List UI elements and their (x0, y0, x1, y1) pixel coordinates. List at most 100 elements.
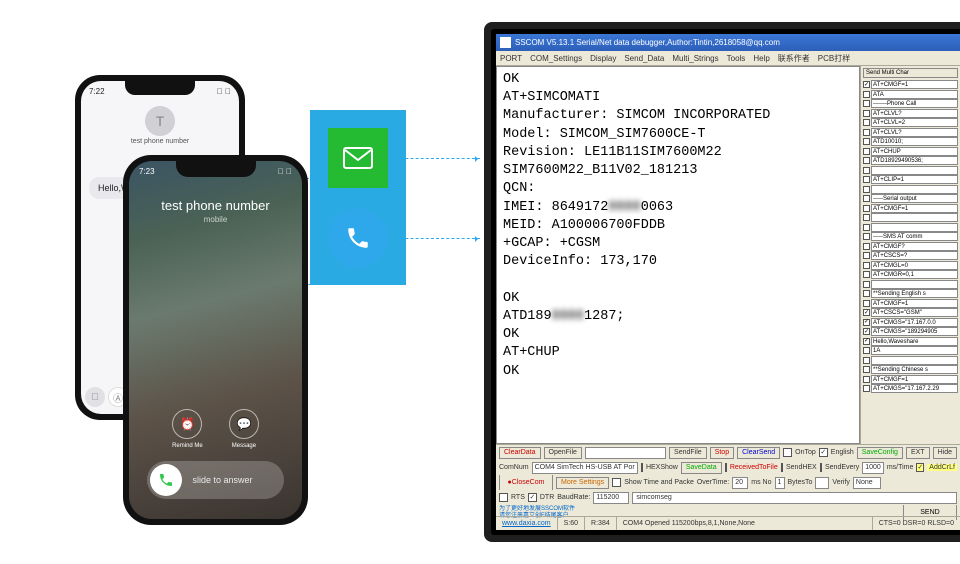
side-row[interactable] (863, 223, 958, 232)
slide-to-answer[interactable]: slide to answer (147, 461, 284, 499)
side-row[interactable]: AT+CMGF=1 (863, 299, 958, 308)
side-row[interactable]: ATA (863, 90, 958, 99)
phone-icon (328, 208, 388, 268)
side-row[interactable] (863, 213, 958, 222)
menu-item[interactable]: Display (590, 54, 616, 63)
side-row[interactable]: -------Phone Call (863, 99, 958, 108)
side-row[interactable]: ✓AT+CSCS="GSM" (863, 308, 958, 317)
arrow (390, 238, 480, 239)
sscom-window: SSCOM V5.13.1 Serial/Net data debugger,A… (496, 34, 960, 530)
side-row[interactable]: ✓Hello,Waveshare (863, 337, 958, 346)
file-path-field[interactable] (585, 447, 666, 459)
titlebar: SSCOM V5.13.1 Serial/Net data debugger,A… (496, 34, 960, 51)
side-row[interactable]: ✓AT+CMGS="17.167.0.0 (863, 318, 958, 327)
notch (125, 81, 195, 95)
com-port-select[interactable]: COM4 SimTech HS-USB AT Por (532, 462, 638, 474)
side-row[interactable]: AT+CMGL=0 (863, 261, 958, 270)
side-row[interactable]: ATD10010; (863, 137, 958, 146)
close-com-button[interactable]: ● CloseCom (499, 475, 553, 490)
save-data-button[interactable]: SaveData (681, 462, 722, 474)
side-row[interactable]: AT+CMGF=1 (863, 375, 958, 384)
call-actions: ⏰ Remind Me 💬 Message (129, 409, 302, 449)
ext-button[interactable]: EXT (906, 447, 930, 459)
menu-item[interactable]: Multi_Strings (672, 54, 718, 63)
bottom-panel: ClearData OpenFile SendFile Stop ClearSe… (496, 444, 960, 530)
message-icon: 💬 (229, 409, 259, 439)
baud-select[interactable]: 115200 (593, 492, 629, 504)
slide-text: slide to answer (182, 475, 281, 485)
site-link[interactable]: www.daxia.com (496, 517, 558, 530)
message-button[interactable]: 💬 Message (229, 409, 259, 449)
ontop-check[interactable] (783, 448, 792, 457)
side-row[interactable]: AT+CMGS="17.167.2.29 (863, 384, 958, 393)
menu-item[interactable]: Send_Data (624, 54, 664, 63)
menu-item[interactable]: Tools (727, 54, 746, 63)
hide-button[interactable]: Hide (933, 447, 957, 459)
message-header: T test phone number (81, 106, 239, 145)
contact-name: test phone number (81, 138, 239, 145)
laptop: SSCOM V5.13.1 Serial/Net data debugger,A… (484, 22, 960, 542)
statusbar: www.daxia.com S:60 R:384 COM4 Opened 115… (496, 516, 960, 530)
side-row[interactable]: AT+CLVL=2 (863, 118, 958, 127)
menu-item[interactable]: 联系作者 (778, 53, 810, 64)
menu-item[interactable]: COM_Settings (530, 54, 582, 63)
phone-call: 7:23 􀙇 􀛨 test phone number mobile ⏰ Remi… (123, 155, 308, 525)
side-row[interactable]: ✓AT+CMGS="189294905 (863, 327, 958, 336)
menubar[interactable]: PORT COM_Settings Display Send_Data Multi_St… (496, 51, 960, 66)
sendhex-check[interactable] (781, 463, 783, 472)
side-row[interactable]: -----SMS AT comm (863, 232, 958, 241)
english-check[interactable]: ✓ (819, 448, 828, 457)
camera-icon[interactable]: 􀌞 (85, 387, 105, 407)
caller-name: test phone number (129, 198, 302, 213)
alarm-icon: ⏰ (172, 409, 202, 439)
side-row[interactable]: -----Serial output (863, 194, 958, 203)
side-row[interactable] (863, 356, 958, 365)
hexshow-check[interactable] (641, 463, 643, 472)
signal-icon: 􀙇 􀛨 (217, 87, 231, 96)
side-row[interactable]: AT+CSCS=? (863, 251, 958, 260)
open-file-button[interactable]: OpenFile (544, 447, 582, 459)
rts-check[interactable] (499, 493, 508, 502)
avatar: T (145, 106, 175, 136)
window-title: SSCOM V5.13.1 Serial/Net data debugger,A… (515, 38, 780, 47)
time: 7:23 (139, 167, 155, 176)
side-header: Send Multi Char (863, 68, 958, 78)
menu-item[interactable]: PORT (500, 54, 522, 63)
stop-button[interactable]: Stop (710, 447, 734, 459)
send-file-button[interactable]: SendFile (669, 447, 707, 459)
side-row[interactable]: ATD18929490536; (863, 156, 958, 165)
dtr-check[interactable]: ✓ (528, 493, 537, 502)
side-row[interactable] (863, 166, 958, 175)
side-row[interactable]: AT+CMGF? (863, 242, 958, 251)
side-row[interactable]: **Sending English s (863, 289, 958, 298)
terminal-output[interactable]: OK AT+SIMCOMATI Manufacturer: SIMCOM INC… (496, 66, 860, 444)
side-row[interactable]: AT+CLVL? (863, 128, 958, 137)
send-input[interactable]: simcomseg (632, 492, 957, 504)
side-row[interactable]: AT+CHUP (863, 147, 958, 156)
save-config-button[interactable]: SaveConfig (857, 447, 903, 459)
side-row[interactable]: ✓AT+CMGF=1 (863, 80, 958, 89)
addcrlf-check[interactable]: ✓ (916, 463, 924, 472)
menu-item[interactable]: Help (753, 54, 769, 63)
signal-icon: 􀙇 􀛨 (278, 167, 292, 176)
remind-me-button[interactable]: ⏰ Remind Me (172, 409, 203, 449)
phone-call-screen: 7:23 􀙇 􀛨 test phone number mobile ⏰ Remi… (129, 161, 302, 519)
side-row[interactable] (863, 280, 958, 289)
answer-icon (150, 464, 182, 496)
side-row[interactable] (863, 185, 958, 194)
side-row[interactable]: AT+CLIP=1 (863, 175, 958, 184)
menu-item[interactable]: PCB打样 (818, 53, 850, 64)
arrow (390, 158, 480, 159)
side-row[interactable]: AT+CMGR=0,1 (863, 270, 958, 279)
main-area: OK AT+SIMCOMATI Manufacturer: SIMCOM INC… (496, 66, 960, 444)
side-row[interactable]: 1A (863, 346, 958, 355)
more-settings-button[interactable]: More Settings (556, 477, 609, 489)
clear-data-button[interactable]: ClearData (499, 447, 541, 459)
notch (176, 161, 256, 177)
side-row[interactable]: AT+CLVL? (863, 109, 958, 118)
sendevery-check[interactable] (820, 463, 822, 472)
clear-send-button[interactable]: ClearSend (737, 447, 780, 459)
recvfile-check[interactable] (725, 463, 727, 472)
side-row[interactable]: **Sending Chinese s (863, 365, 958, 374)
side-row[interactable]: AT+CMGF=1 (863, 204, 958, 213)
